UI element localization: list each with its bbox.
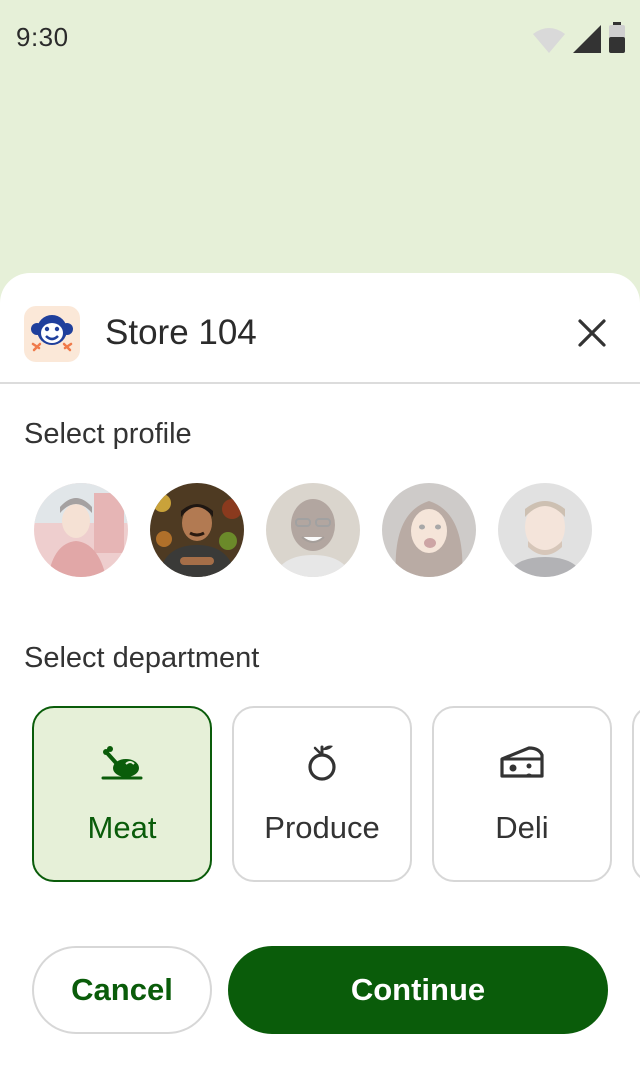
store-bottom-sheet: Store 104 Select profile Select departme… xyxy=(0,273,640,1066)
department-card-produce[interactable]: Produce xyxy=(232,706,412,882)
select-profile-title: Select profile xyxy=(24,418,192,450)
cheese-icon xyxy=(499,742,545,782)
wifi-icon xyxy=(532,26,566,54)
department-card-partial[interactable] xyxy=(632,706,640,882)
department-label-deli: Deli xyxy=(495,810,549,845)
status-icons xyxy=(532,22,626,54)
department-label-meat: Meat xyxy=(87,810,157,845)
profile-avatar-4[interactable] xyxy=(382,483,476,577)
profile-avatar-2[interactable] xyxy=(150,483,244,577)
select-department-title: Select department xyxy=(24,642,260,674)
cellular-signal-icon xyxy=(572,24,602,54)
status-time: 9:30 xyxy=(16,22,69,52)
monkey-logo-icon xyxy=(24,306,80,362)
profile-list xyxy=(34,483,592,577)
profile-avatar-3[interactable] xyxy=(266,483,360,577)
apple-icon xyxy=(305,742,339,782)
department-label-produce: Produce xyxy=(264,810,380,845)
sheet-header: Store 104 xyxy=(0,273,640,384)
cancel-button[interactable]: Cancel xyxy=(32,946,212,1034)
department-list: Meat Produce Deli xyxy=(32,706,640,882)
close-icon xyxy=(577,318,607,353)
department-card-meat[interactable]: Meat xyxy=(32,706,212,882)
roast-chicken-icon xyxy=(100,742,144,782)
close-button[interactable] xyxy=(570,313,614,357)
store-title: Store 104 xyxy=(105,313,257,352)
profile-avatar-1[interactable] xyxy=(34,483,128,577)
department-card-deli[interactable]: Deli xyxy=(432,706,612,882)
continue-button[interactable]: Continue xyxy=(228,946,608,1034)
profile-avatar-5[interactable] xyxy=(498,483,592,577)
status-bar: 9:30 xyxy=(0,0,640,72)
battery-icon xyxy=(608,22,626,54)
